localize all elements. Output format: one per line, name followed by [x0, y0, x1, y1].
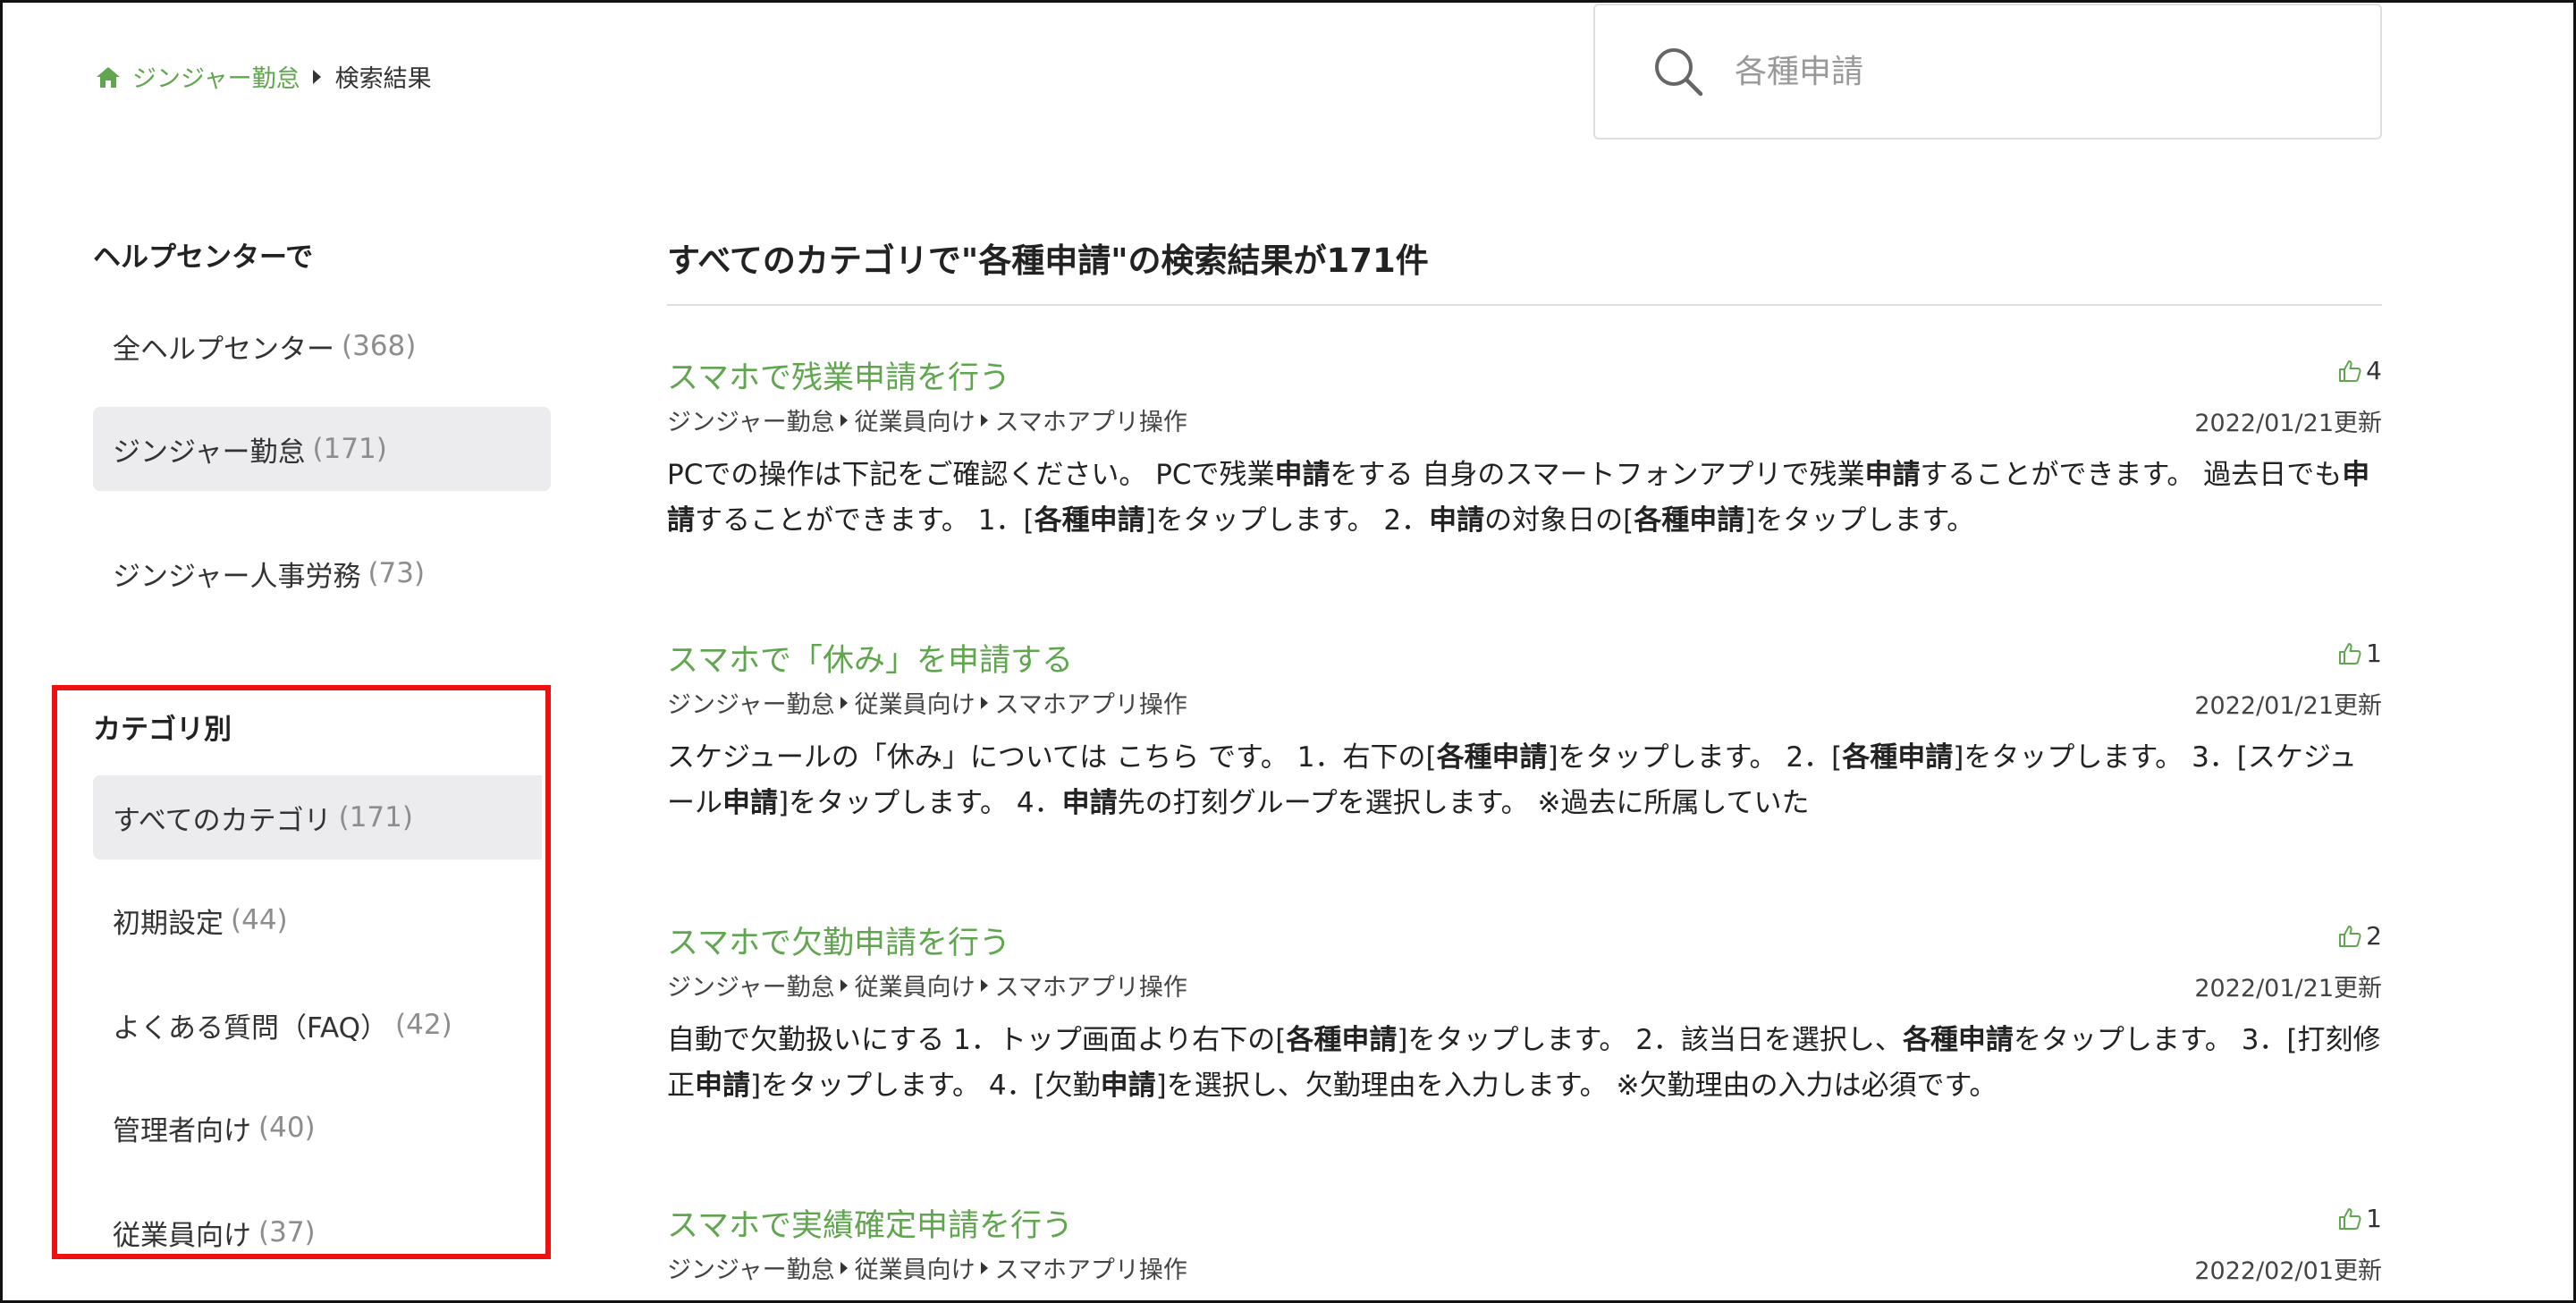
result-path-item: スマホアプリ操作	[994, 974, 1187, 1002]
helpcenter-item-jinjer-jinji[interactable]: ジンジャー人事労務 (73)	[93, 531, 551, 615]
snippet-text: の対象日の[	[1484, 504, 1634, 537]
search-input[interactable]	[1735, 53, 2271, 90]
search-box[interactable]	[1593, 4, 2382, 140]
result-path-item: ジンジャー勤怠	[667, 691, 835, 719]
result-votes: 2	[2337, 921, 2382, 951]
result-votes: 1	[2337, 639, 2382, 668]
result-path-item: 従業員向け	[854, 974, 976, 1002]
path-separator-icon	[840, 413, 848, 427]
result-vote-count: 2	[2366, 921, 2382, 951]
result-updated-date: 2022/01/21更新	[2194, 692, 2382, 720]
snippet-text: することができます。 1．[	[695, 504, 1035, 537]
result-snippet: PCでの操作は下記をご確認ください。 PCで残業申請をする 自身のスマートフォン…	[667, 453, 2382, 544]
result-path-item: スマホアプリ操作	[994, 691, 1187, 719]
snippet-text: ]をタップします。	[1744, 504, 1975, 537]
thumbs-up-icon	[2339, 1207, 2361, 1230]
path-separator-icon	[980, 696, 988, 709]
snippet-highlight: 申請	[1061, 787, 1118, 819]
result-path-item: 従業員向け	[854, 691, 976, 719]
snippet-text: ]をタップします。 2．[	[1547, 741, 1843, 774]
snippet-highlight: 各種申請	[1436, 741, 1548, 774]
helpcenter-heading: ヘルプセンターで	[93, 241, 314, 274]
snippet-highlight: 申請	[722, 787, 778, 819]
snippet-highlight: 申請	[1274, 459, 1330, 491]
result-path: ジンジャー勤怠 従業員向け スマホアプリ操作	[667, 685, 1187, 720]
snippet-text: ]をタップします。 4．	[778, 787, 1062, 819]
snippet-highlight: 申請	[1429, 504, 1485, 537]
snippet-highlight: 申請	[695, 1070, 750, 1102]
snippet-highlight: 申請	[1100, 1070, 1156, 1102]
helpcenter-item-all[interactable]: 全ヘルプセンター (368)	[93, 304, 551, 388]
snippet-text: 先の打刻グループを選択します。 ※過去に所属していた	[1117, 787, 1810, 819]
breadcrumb-home-label: ジンジャー勤怠	[132, 65, 300, 93]
result-updated-date: 2022/02/01更新	[2194, 1257, 2382, 1285]
result-votes: 4	[2337, 356, 2382, 385]
results-title: すべてのカテゴリで"各種申請"の検索結果が171件	[667, 241, 1429, 280]
result-snippet: 自動で欠勤扱いにする 1．トップ画面より右下の[各種申請]をタップします。 2．…	[667, 1018, 2382, 1109]
snippet-text: スケジュールの「休み」については こちら です。 1．右下の[	[667, 741, 1437, 774]
snippet-text: をする 自身のスマートフォンアプリで残業	[1330, 459, 1865, 491]
snippet-highlight: 各種申請	[1634, 504, 1745, 537]
helpcenter-item-count: (368)	[342, 330, 417, 362]
result-path-item: 従業員向け	[854, 409, 976, 436]
path-separator-icon	[840, 978, 848, 992]
snippet-text: することができます。 過去日でも	[1920, 459, 2343, 491]
path-separator-icon	[980, 413, 988, 427]
result-path-item: ジンジャー勤怠	[667, 974, 835, 1002]
path-separator-icon	[980, 1261, 988, 1274]
breadcrumb: ジンジャー勤怠 検索結果	[95, 59, 432, 94]
result-path-item: ジンジャー勤怠	[667, 409, 835, 436]
helpcenter-item-count: (73)	[367, 557, 426, 589]
home-icon	[97, 66, 120, 88]
snippet-highlight: 申請	[1864, 459, 1921, 491]
result-title-link[interactable]: スマホで残業申請を行う	[667, 352, 1010, 398]
snippet-text: ]をタップします。 4．[欠勤	[750, 1070, 1101, 1102]
thumbs-up-icon	[2339, 925, 2361, 947]
result-path: ジンジャー勤怠 従業員向け スマホアプリ操作	[667, 968, 1187, 1003]
result-vote-count: 1	[2366, 639, 2382, 668]
helpcenter-item-label: ジンジャー勤怠	[113, 436, 306, 469]
snippet-text: ]をタップします。 2．	[1144, 504, 1430, 537]
breadcrumb-home-link[interactable]: ジンジャー勤怠	[95, 59, 300, 94]
helpcenter-item-jinjer-kintai[interactable]: ジンジャー勤怠 (171)	[93, 407, 551, 491]
results-divider	[667, 304, 2382, 306]
result-title-link[interactable]: スマホで欠勤申請を行う	[667, 918, 1010, 963]
search-icon	[1655, 48, 1703, 97]
thumbs-up-icon	[2339, 642, 2361, 664]
snippet-text: 自動で欠勤扱いにする 1．トップ画面より右下の[	[667, 1024, 1287, 1056]
result-title-link[interactable]: スマホで「休み」を申請する	[667, 635, 1073, 681]
breadcrumb-current: 検索結果	[334, 65, 432, 93]
breadcrumb-separator-icon	[312, 69, 321, 84]
result-vote-count: 4	[2366, 356, 2382, 385]
helpcenter-item-label: ジンジャー人事労務	[113, 560, 361, 593]
result-snippet: スケジュールの「休み」については こちら です。 1．右下の[各種申請]をタップ…	[667, 735, 2382, 826]
result-path-item: 従業員向け	[854, 1256, 976, 1284]
path-separator-icon	[840, 1261, 848, 1274]
category-highlight-box	[52, 685, 551, 1259]
result-path-item: ジンジャー勤怠	[667, 1256, 835, 1284]
result-vote-count: 1	[2366, 1204, 2382, 1233]
thumbs-up-icon	[2339, 360, 2361, 382]
result-updated-date: 2022/01/21更新	[2194, 410, 2382, 437]
path-separator-icon	[840, 696, 848, 709]
result-path: ジンジャー勤怠 従業員向け スマホアプリ操作	[667, 1250, 1187, 1285]
snippet-text: ]を選択し、欠勤理由を入力します。 ※欠勤理由の入力は必須です。	[1155, 1070, 1997, 1102]
helpcenter-item-label: 全ヘルプセンター	[113, 333, 334, 366]
path-separator-icon	[980, 978, 988, 992]
helpcenter-item-count: (171)	[312, 433, 387, 465]
result-path-item: スマホアプリ操作	[994, 409, 1187, 436]
snippet-highlight: 各種申請	[1902, 1024, 2014, 1056]
snippet-text: PCでの操作は下記をご確認ください。 PCで残業	[667, 459, 1275, 491]
snippet-text: ]をタップします。 2．該当日を選択し、	[1397, 1024, 1903, 1056]
snippet-highlight: 各種申請	[1842, 741, 1954, 774]
snippet-highlight: 各種申請	[1286, 1024, 1398, 1056]
result-votes: 1	[2337, 1204, 2382, 1233]
result-updated-date: 2022/01/21更新	[2194, 975, 2382, 1003]
result-path-item: スマホアプリ操作	[994, 1256, 1187, 1284]
snippet-highlight: 各種申請	[1034, 504, 1145, 537]
result-title-link[interactable]: スマホで実績確定申請を行う	[667, 1200, 1073, 1246]
result-path: ジンジャー勤怠 従業員向け スマホアプリ操作	[667, 402, 1187, 437]
